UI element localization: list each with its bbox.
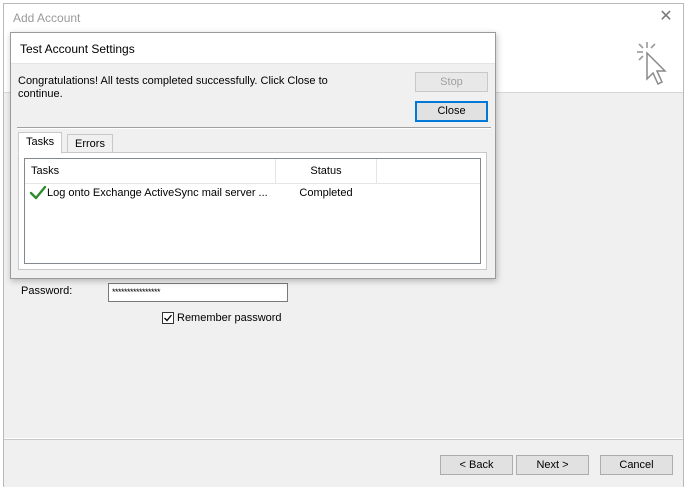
list-header: Tasks Status (25, 159, 480, 184)
checkmark-icon (164, 314, 173, 322)
password-input[interactable]: **************** (108, 283, 288, 302)
tab-errors[interactable]: Errors (67, 134, 113, 154)
dialog-title: Test Account Settings (20, 42, 135, 56)
column-divider[interactable] (376, 159, 377, 183)
task-name: Log onto Exchange ActiveSync mail server… (47, 187, 268, 199)
tasks-list[interactable]: Tasks Status Log onto Exchange ActiveSyn… (24, 158, 481, 264)
remember-password-checkbox[interactable] (162, 312, 174, 324)
dialog-message: Congratulations! All tests completed suc… (18, 75, 328, 100)
next-button[interactable]: Next > (516, 455, 589, 475)
dialog-titlebar: Test Account Settings (11, 33, 495, 64)
close-button[interactable]: Close (415, 101, 488, 122)
close-icon: ✕ (659, 8, 673, 25)
back-button[interactable]: < Back (440, 455, 513, 475)
stop-button[interactable]: Stop (415, 72, 488, 92)
window-close-button[interactable]: ✕ (657, 8, 675, 26)
remember-password-label[interactable]: Remember password (177, 312, 282, 324)
test-account-settings-dialog: Test Account Settings Congratulations! A… (10, 32, 496, 279)
task-status: Completed (299, 187, 353, 199)
tasks-panel: Tasks Status Log onto Exchange ActiveSyn… (18, 152, 487, 270)
green-check-icon (29, 185, 47, 200)
dialog-separator (17, 127, 491, 129)
wizard-footer: < Back Next > Cancel (4, 439, 683, 487)
window-title: Add Account (13, 11, 81, 25)
column-header-status[interactable]: Status (276, 159, 376, 183)
cancel-button[interactable]: Cancel (600, 455, 673, 475)
cursor-click-icon (637, 42, 667, 86)
tab-tasks[interactable]: Tasks (18, 132, 63, 154)
password-label: Password: (21, 285, 73, 297)
list-item[interactable]: Log onto Exchange ActiveSync mail server… (25, 184, 480, 202)
column-header-tasks[interactable]: Tasks (31, 159, 59, 183)
